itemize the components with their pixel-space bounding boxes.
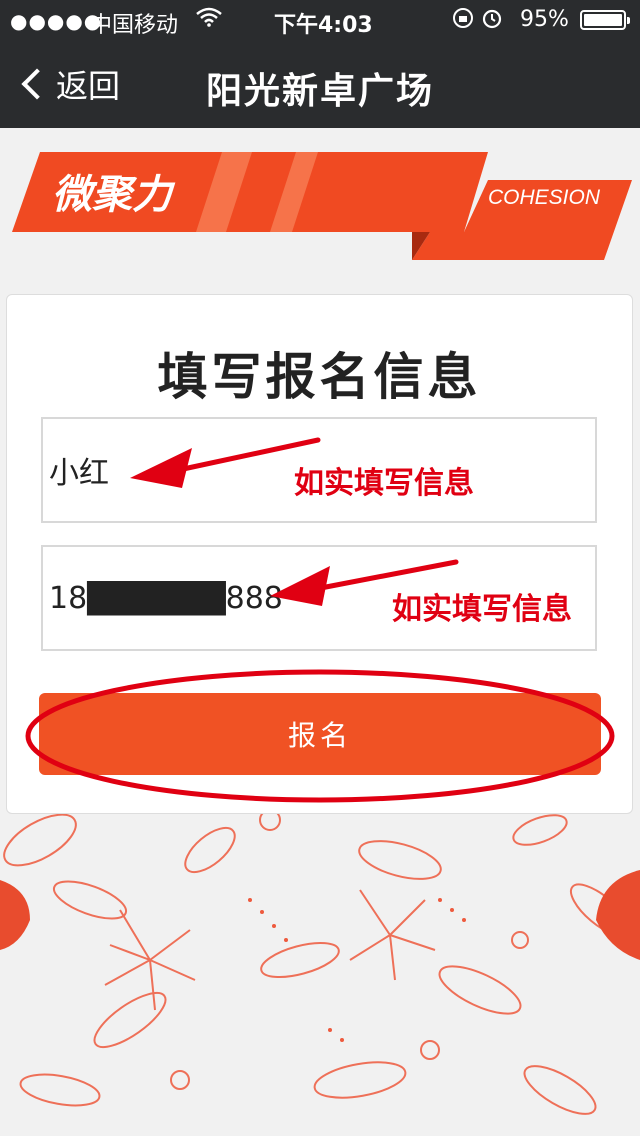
name-annotation: 如实填写信息 <box>294 466 474 501</box>
signup-card: 填写报名信息 报名 <box>6 294 633 814</box>
clock: 下午4:03 <box>274 13 373 38</box>
phone-annotation: 如实填写信息 <box>392 592 572 627</box>
battery-percent: 95% <box>520 7 569 32</box>
banner-logo-text: 微聚力 <box>52 172 176 218</box>
status-bar: ●●●●● 中国移动 下午4:03 95% <box>0 0 640 40</box>
cohesion-banner: 微聚力 COHESION <box>12 152 632 260</box>
page-title: 阳光新卓广场 <box>205 71 434 112</box>
battery-icon <box>580 10 630 30</box>
banner-tagline: COHESION <box>488 186 601 209</box>
signup-button[interactable]: 报名 <box>39 693 601 775</box>
rotation-lock-icon <box>452 7 506 34</box>
floral-pattern <box>0 788 640 1115</box>
form-title: 填写报名信息 <box>157 348 482 406</box>
signal-icon: ●●●●● <box>10 9 103 33</box>
navigation-bar: 返回 阳光新卓广场 <box>0 40 640 128</box>
carrier-label: 中国移动 <box>90 13 179 38</box>
wifi-icon <box>196 7 222 32</box>
